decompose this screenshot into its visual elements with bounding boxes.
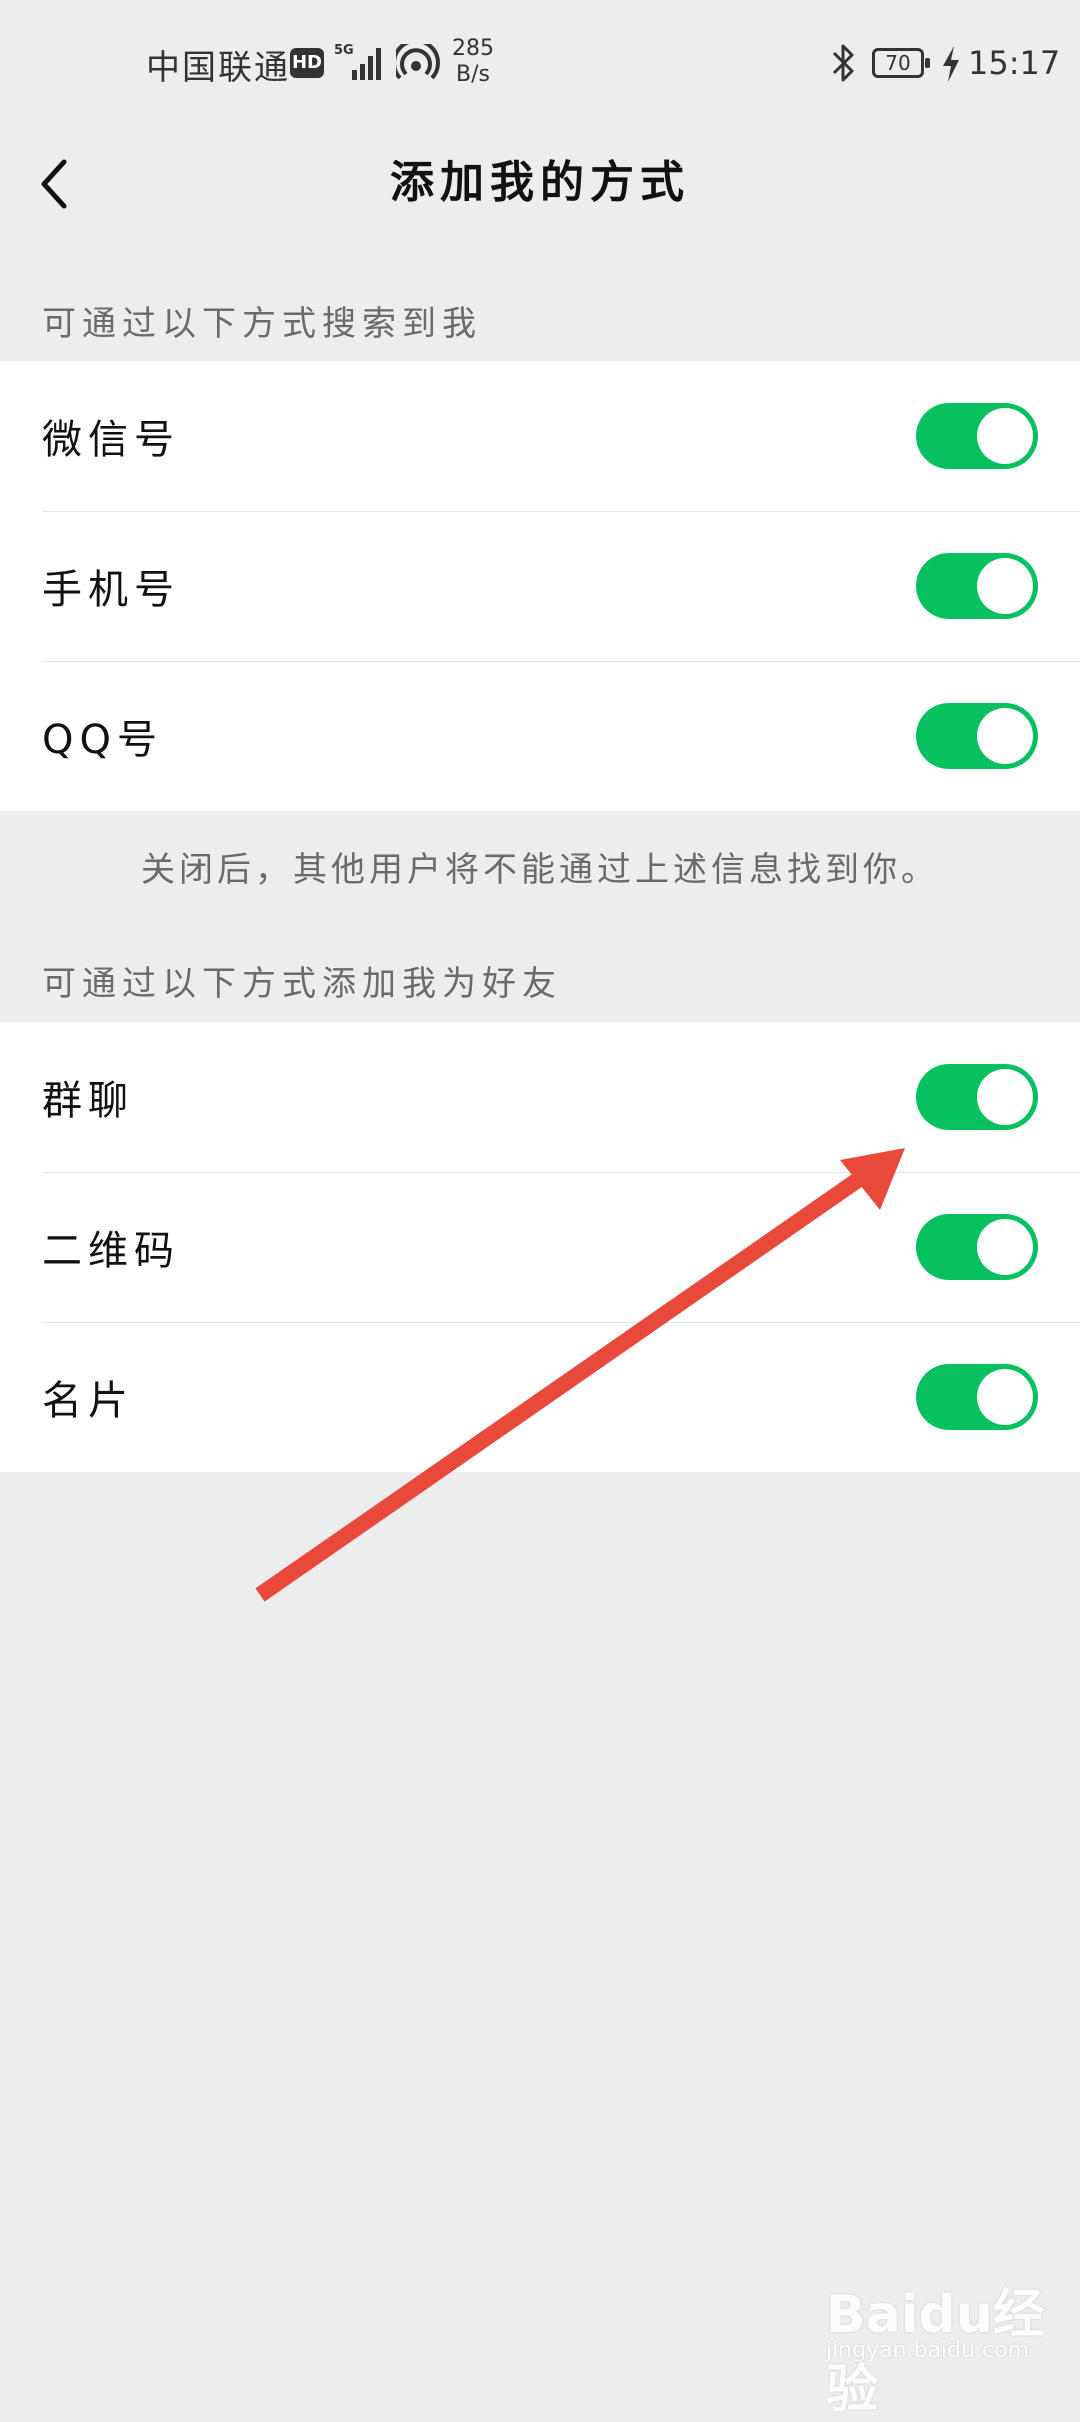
- business-card-toggle[interactable]: [916, 1364, 1038, 1430]
- setting-row-wechat-id[interactable]: 微信号: [0, 361, 1080, 511]
- setting-label: 名片: [42, 1378, 134, 1424]
- setting-label: 二维码: [42, 1228, 180, 1274]
- setting-label: 微信号: [42, 417, 180, 463]
- bluetooth-icon: [832, 44, 854, 82]
- battery-level: 70: [885, 51, 911, 75]
- setting-label: 群聊: [42, 1078, 134, 1124]
- add-section-header: 可通过以下方式添加我为好友: [42, 964, 562, 1004]
- watermark-url: jingyan.baidu.com: [826, 2338, 1030, 2363]
- toggle-knob: [977, 1369, 1033, 1425]
- clock: 15:17: [968, 44, 1061, 82]
- network-speed-unit: B/s: [456, 62, 490, 87]
- phone-toggle[interactable]: [916, 553, 1038, 619]
- watermark-logo: Baidu经验 jingyan.baidu.com: [826, 2272, 1066, 2420]
- battery-icon: 70: [872, 48, 930, 78]
- add-options-group: 群聊 二维码 名片: [0, 1022, 1080, 1472]
- setting-row-group-chat[interactable]: 群聊: [0, 1022, 1080, 1172]
- setting-label: QQ号: [42, 717, 163, 763]
- setting-row-business-card[interactable]: 名片: [0, 1322, 1080, 1472]
- carrier-name: 中国联通: [146, 48, 290, 88]
- status-bar: 中国联通 HD 5G 285 B/s 70 15:17: [0, 0, 1080, 130]
- search-options-group: 微信号 手机号 QQ号: [0, 361, 1080, 811]
- setting-label: 手机号: [42, 567, 180, 613]
- hotspot-icon: [396, 44, 440, 80]
- search-section-header: 可通过以下方式搜索到我: [42, 304, 482, 344]
- qq-toggle[interactable]: [916, 703, 1038, 769]
- wechat-id-toggle[interactable]: [916, 403, 1038, 469]
- network-type-label: 5G: [334, 43, 354, 58]
- setting-row-phone[interactable]: 手机号: [0, 511, 1080, 661]
- toggle-knob: [977, 408, 1033, 464]
- toggle-knob: [977, 708, 1033, 764]
- signal-icon: 5G: [334, 43, 381, 80]
- charging-icon: [943, 46, 959, 82]
- network-speed-value: 285: [452, 36, 494, 61]
- toggle-knob: [977, 1069, 1033, 1125]
- page-title: 添加我的方式: [390, 157, 690, 208]
- group-chat-toggle[interactable]: [916, 1064, 1038, 1130]
- network-speed: 285 B/s: [452, 36, 494, 88]
- search-section-note: 关闭后，其他用户将不能通过上述信息找到你。: [141, 850, 939, 890]
- toggle-knob: [977, 1219, 1033, 1275]
- title-bar: 添加我的方式: [0, 130, 1080, 280]
- setting-row-qq[interactable]: QQ号: [0, 661, 1080, 811]
- setting-row-qr-code[interactable]: 二维码: [0, 1172, 1080, 1322]
- qr-code-toggle[interactable]: [916, 1214, 1038, 1280]
- hd-icon: HD: [290, 48, 324, 78]
- toggle-knob: [977, 558, 1033, 614]
